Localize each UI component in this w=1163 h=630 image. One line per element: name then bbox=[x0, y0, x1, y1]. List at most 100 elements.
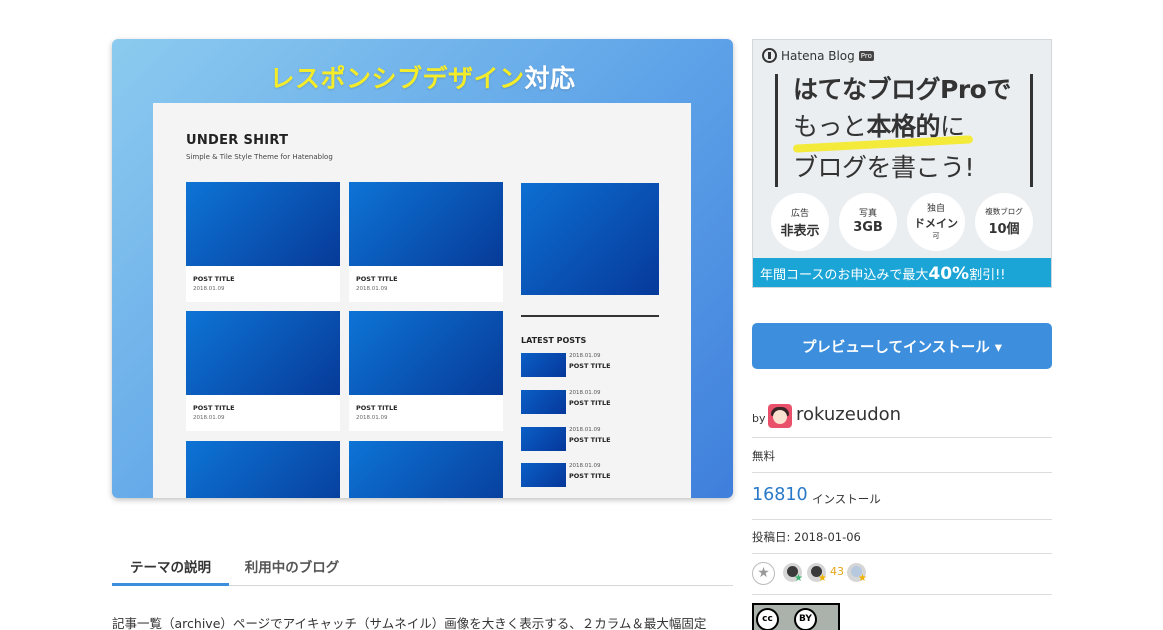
author-avatar[interactable] bbox=[768, 404, 792, 428]
ad-headline-2-pre: もっと bbox=[793, 112, 867, 141]
cc-icon: cc bbox=[756, 608, 779, 630]
install-count-label: インストール bbox=[812, 492, 881, 506]
mock-latest-heading: LATEST POSTS bbox=[521, 336, 587, 345]
mock-latest-title: POST TITLE bbox=[569, 436, 611, 444]
ad-feature-top: 複数ブログ bbox=[985, 207, 1023, 216]
mock-blog-subtitle: Simple & Tile Style Theme for Hatenablog bbox=[186, 153, 333, 161]
hero-headline-suffix: 対応 bbox=[524, 64, 576, 93]
theme-price: 無料 bbox=[752, 438, 1052, 473]
ad-feature-bottom: 非表示 bbox=[780, 224, 820, 239]
pro-badge: Pro bbox=[858, 50, 874, 61]
theme-screenshot: レスポンシブデザイン対応 UNDER SHIRT Simple & Tile S… bbox=[112, 39, 733, 498]
preview-install-button[interactable]: プレビューしてインストール ▾ bbox=[752, 323, 1052, 369]
theme-author: by rokuzeudon bbox=[752, 398, 1052, 438]
mock-post-card bbox=[186, 441, 340, 498]
mock-post-thumbnail bbox=[186, 182, 340, 266]
cc-by-icon: BY bbox=[794, 608, 817, 630]
ad-headline-2-post: に bbox=[940, 112, 965, 141]
ad-footer-discount: 40% bbox=[928, 264, 970, 284]
mock-post-thumbnail bbox=[349, 311, 503, 395]
posted-date-text: 投稿日: 2018-01-06 bbox=[752, 530, 861, 544]
hatena-blog-pro-ad[interactable]: Hatena Blog Pro はてなブログProで もっと本格的に ブログを書… bbox=[752, 39, 1052, 288]
yellow-star-icon: ★ bbox=[858, 573, 867, 584]
price-label: 無料 bbox=[752, 449, 775, 463]
ad-feature-badge: 複数ブログ 10個 bbox=[975, 193, 1033, 251]
install-count: 16810 インストール bbox=[752, 473, 1052, 520]
hero-headline: レスポンシブデザイン対応 bbox=[112, 59, 733, 95]
ad-feature-badge: 独自 ドメイン 可 bbox=[907, 193, 965, 251]
ad-headline-2-bold: 本格的 bbox=[866, 112, 941, 141]
mock-post-title: POST TITLE bbox=[356, 404, 398, 412]
mock-blog-title: UNDER SHIRT bbox=[186, 133, 289, 148]
mock-post-card bbox=[349, 441, 503, 498]
ad-feature-badge: 広告 非表示 bbox=[771, 193, 829, 251]
mock-post-thumbnail bbox=[349, 441, 503, 498]
mock-latest-date: 2018.01.09 bbox=[569, 463, 601, 469]
mock-post-title: POST TITLE bbox=[193, 404, 235, 412]
mock-latest-title: POST TITLE bbox=[569, 399, 611, 407]
mock-latest-thumbnail bbox=[521, 353, 566, 377]
ad-headline-1: はてなブログProで bbox=[793, 75, 1011, 104]
ad-headline-3: ブログを書こう! bbox=[793, 153, 975, 182]
mock-post-thumbnail bbox=[349, 182, 503, 266]
mock-latest-thumbnail bbox=[521, 427, 566, 451]
ad-left-bar bbox=[775, 74, 778, 187]
ad-right-bar bbox=[1030, 74, 1033, 187]
tab-theme-description[interactable]: テーマの説明 bbox=[112, 548, 229, 586]
mock-post-date: 2018.01.09 bbox=[193, 286, 225, 292]
mock-post-title: POST TITLE bbox=[356, 275, 398, 283]
ad-feature-bottom: 10個 bbox=[988, 222, 1020, 237]
mock-post-thumbnail bbox=[186, 311, 340, 395]
mock-post-card: POST TITLE 2018.01.09 bbox=[186, 311, 340, 431]
yellow-star-icon: ★ bbox=[818, 573, 827, 584]
author-by-label: by bbox=[752, 412, 766, 425]
mock-post-date: 2018.01.09 bbox=[193, 415, 225, 421]
mock-latest-item: 2018.01.09 POST TITLE bbox=[521, 390, 659, 416]
green-star-icon: ★ bbox=[794, 573, 803, 584]
ad-feature-top: 広告 bbox=[790, 209, 809, 219]
ad-feature-note: 可 bbox=[932, 232, 940, 240]
mock-sidebar-image bbox=[521, 183, 659, 295]
mock-post-card: POST TITLE 2018.01.09 bbox=[186, 182, 340, 302]
ad-feature-badge: 写真 3GB bbox=[839, 193, 897, 251]
ad-feature-top: 独自 bbox=[926, 204, 945, 214]
mock-latest-date: 2018.01.09 bbox=[569, 390, 601, 396]
creative-commons-badge[interactable]: cc BY bbox=[752, 603, 840, 630]
mock-latest-title: POST TITLE bbox=[569, 472, 611, 480]
mock-latest-thumbnail bbox=[521, 390, 566, 414]
mock-sidebar-divider bbox=[521, 315, 659, 317]
mock-post-thumbnail bbox=[186, 441, 340, 498]
mock-post-title: POST TITLE bbox=[193, 275, 235, 283]
install-count-number: 16810 bbox=[752, 485, 808, 505]
mock-latest-item: 2018.01.09 POST TITLE bbox=[521, 353, 659, 379]
ad-footer: 年間コースのお申込みで最大40%割引!! bbox=[753, 258, 1051, 287]
star-section: ★ ★ ★ 43 ★ bbox=[752, 554, 1052, 595]
mock-latest-date: 2018.01.09 bbox=[569, 353, 601, 359]
theme-tabs: テーマの説明 利用中のブログ bbox=[112, 548, 733, 586]
ad-feature-bottom: ドメイン bbox=[914, 217, 958, 230]
ad-headline-2: もっと本格的に bbox=[793, 107, 965, 143]
hatena-logo-text: Hatena Blog bbox=[781, 48, 855, 63]
mock-latest-item: 2018.01.09 POST TITLE bbox=[521, 427, 659, 453]
hero-headline-highlight: レスポンシブデザイン bbox=[269, 64, 525, 93]
star-count[interactable]: 43 bbox=[830, 565, 844, 578]
mock-latest-title: POST TITLE bbox=[569, 362, 611, 370]
ad-feature-top: 写真 bbox=[858, 209, 877, 219]
posted-date: 投稿日: 2018-01-06 bbox=[752, 520, 1052, 554]
mock-latest-item: 2018.01.09 POST TITLE bbox=[521, 463, 659, 489]
mock-post-card: POST TITLE 2018.01.09 bbox=[349, 311, 503, 431]
ad-footer-pre: 年間コースのお申込みで最大 bbox=[760, 268, 929, 283]
author-name-link[interactable]: rokuzeudon bbox=[796, 404, 901, 425]
mock-blog-page: UNDER SHIRT Simple & Tile Style Theme fo… bbox=[153, 103, 691, 498]
mock-post-card: POST TITLE 2018.01.09 bbox=[349, 182, 503, 302]
theme-description: 記事一覧（archive）ページでアイキャッチ（サムネイル）画像を大きく表示する… bbox=[112, 616, 707, 630]
ad-feature-bottom: 3GB bbox=[853, 220, 883, 235]
mock-latest-date: 2018.01.09 bbox=[569, 427, 601, 433]
add-star-icon[interactable]: ★ bbox=[752, 562, 775, 585]
hatena-logo-icon bbox=[762, 48, 777, 63]
avatar-face bbox=[773, 410, 787, 424]
mock-post-date: 2018.01.09 bbox=[356, 415, 388, 421]
mock-latest-thumbnail bbox=[521, 463, 566, 487]
tab-blogs-using[interactable]: 利用中のブログ bbox=[229, 548, 355, 586]
mock-post-date: 2018.01.09 bbox=[356, 286, 388, 292]
